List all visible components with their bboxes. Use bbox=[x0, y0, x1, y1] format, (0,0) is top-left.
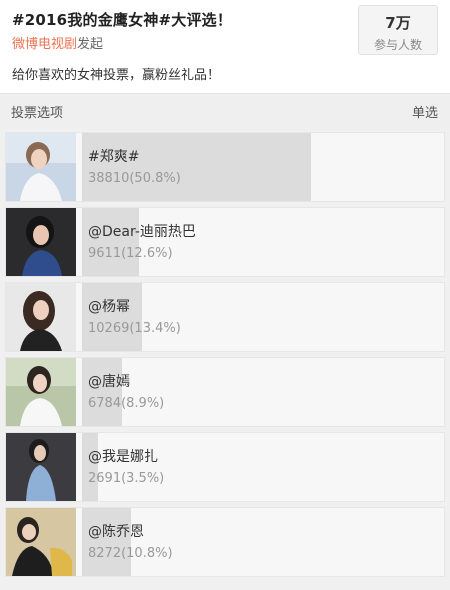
options-list: #郑爽# 38810(50.8%) @Dear-迪丽热巴 9611(12.6%)… bbox=[0, 128, 450, 590]
source-action: 发起 bbox=[77, 37, 104, 52]
vote-bar bbox=[82, 508, 131, 576]
account-link[interactable]: 微博电视剧 bbox=[12, 37, 77, 52]
candidate-photo bbox=[6, 358, 76, 426]
options-header: 投票选项 单选 bbox=[0, 93, 450, 129]
candidate-photo bbox=[6, 283, 76, 351]
candidate-photo bbox=[6, 208, 76, 276]
participants-count: 7万 bbox=[385, 14, 411, 32]
vote-option[interactable]: @我是娜扎 2691(3.5%) bbox=[5, 432, 445, 502]
vote-count: 8272(10.8%) bbox=[88, 546, 173, 561]
candidate-photo bbox=[6, 508, 76, 576]
participants-box: 7万 参与人数 bbox=[358, 5, 438, 55]
vote-bar bbox=[82, 208, 139, 276]
vote-mode: 单选 bbox=[411, 106, 438, 121]
participants-label: 参与人数 bbox=[373, 38, 422, 52]
candidate-name: @杨幂 bbox=[88, 299, 130, 315]
candidate-name: @唐嫣 bbox=[88, 374, 130, 390]
poll-source: 微博电视剧发起 bbox=[12, 33, 103, 52]
candidate-name: @我是娜扎 bbox=[88, 449, 158, 465]
vote-count: 2691(3.5%) bbox=[88, 471, 165, 486]
candidate-name: #郑爽# bbox=[88, 149, 140, 165]
vote-count: 9611(12.6%) bbox=[88, 246, 173, 261]
vote-bar bbox=[82, 133, 311, 201]
candidate-name: @Dear-迪丽热巴 bbox=[88, 224, 196, 240]
vote-option[interactable]: @杨幂 10269(13.4%) bbox=[5, 282, 445, 352]
candidate-photo bbox=[6, 133, 76, 201]
vote-count: 6784(8.9%) bbox=[88, 396, 165, 411]
vote-option[interactable]: @唐嫣 6784(8.9%) bbox=[5, 357, 445, 427]
vote-count: 10269(13.4%) bbox=[88, 321, 181, 336]
poll-header: #2016我的金鹰女神#大评选！ 微博电视剧发起 给你喜欢的女神投票，赢粉丝礼品… bbox=[0, 0, 450, 92]
options-label: 投票选项 bbox=[11, 106, 64, 121]
candidate-photo bbox=[6, 433, 76, 501]
vote-option[interactable]: @陈乔恩 8272(10.8%) bbox=[5, 507, 445, 577]
vote-option[interactable]: #郑爽# 38810(50.8%) bbox=[5, 132, 445, 202]
vote-count: 38810(50.8%) bbox=[88, 171, 181, 186]
vote-bar bbox=[82, 358, 122, 426]
vote-option[interactable]: @Dear-迪丽热巴 9611(12.6%) bbox=[5, 207, 445, 277]
vote-bar bbox=[82, 433, 98, 501]
vote-bar bbox=[82, 283, 142, 351]
candidate-name: @陈乔恩 bbox=[88, 524, 144, 540]
poll-description: 给你喜欢的女神投票，赢粉丝礼品！ bbox=[12, 68, 221, 83]
poll-title: #2016我的金鹰女神#大评选！ bbox=[12, 11, 233, 29]
